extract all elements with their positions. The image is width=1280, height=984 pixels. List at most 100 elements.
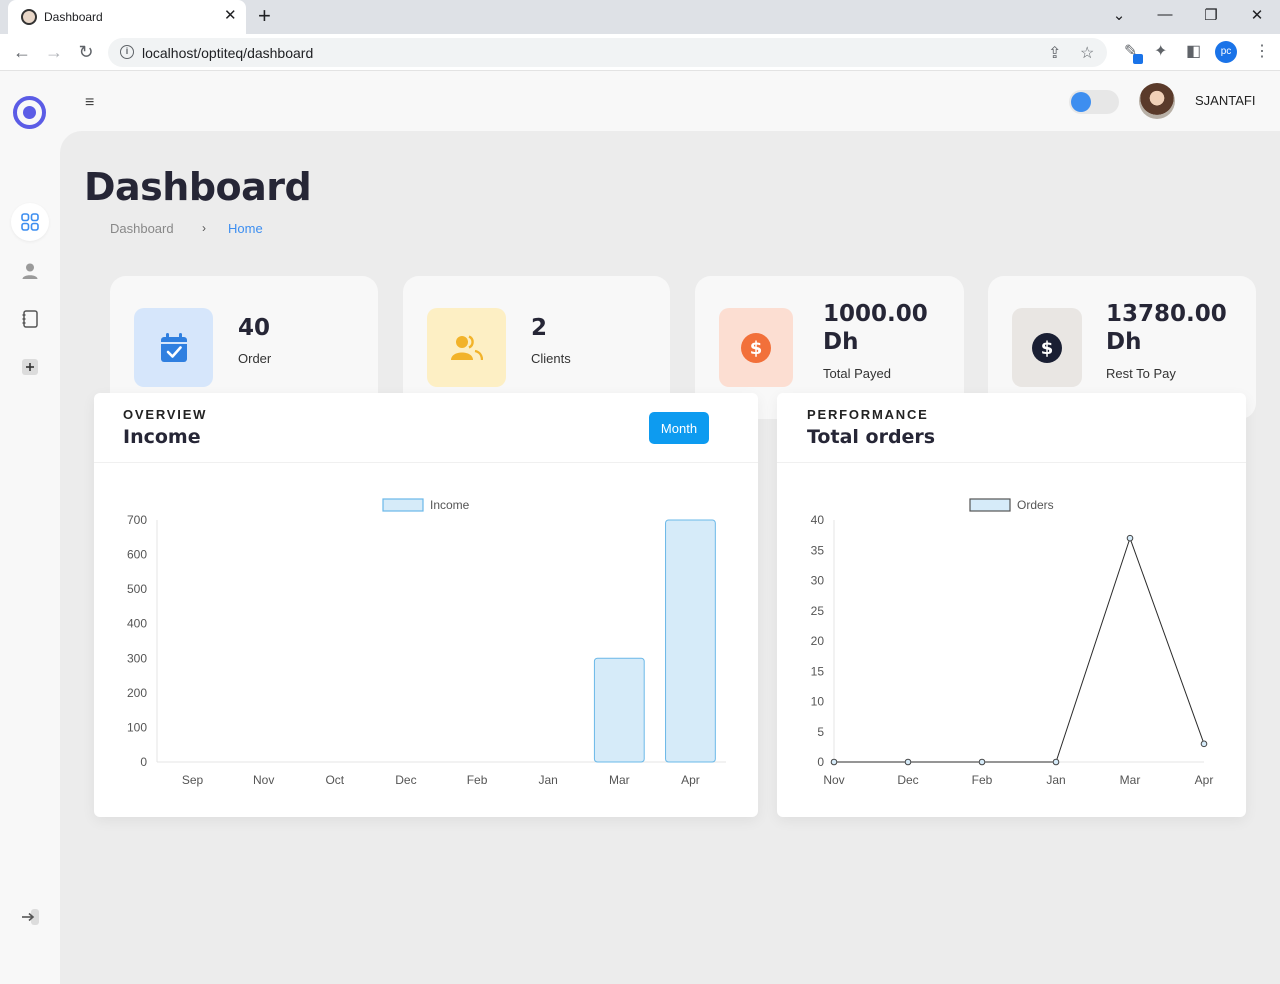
legend-swatch [382,498,424,512]
theme-toggle[interactable] [1069,90,1119,114]
svg-text:$: $ [750,338,763,359]
y-tick-label: 30 [811,574,825,588]
x-tick-label: Jan [539,773,558,787]
menu-toggle-icon[interactable]: ≡ [85,94,94,112]
data-point [1052,758,1060,766]
share-icon[interactable]: ⇪ [1048,43,1061,63]
y-tick-label: 0 [817,755,824,769]
x-tick-label: Dec [897,773,918,787]
legend-swatch [969,498,1011,512]
chart-bar [593,657,645,763]
users-icon [450,334,483,360]
breadcrumb-home[interactable]: Home [228,221,263,236]
income-bar-chart: 0 100 200 300 400 500 600 700 Income Sep Nov Oct Dec… [127,498,726,787]
x-tick-label: Apr [681,773,700,787]
close-window-icon[interactable]: ✕ [1245,6,1269,24]
side-panel-icon[interactable]: ◧ [1186,43,1201,61]
new-tab-icon[interactable]: + [258,4,271,28]
sidebar-item-add[interactable] [11,348,49,386]
stat-label: Rest To Pay [1106,366,1176,381]
x-tick-label: Sep [182,773,204,787]
user-icon [22,263,38,279]
sidebar-logout[interactable] [11,898,49,936]
legend-label: Orders [1017,498,1054,512]
toggle-knob [1071,92,1091,112]
x-tick-label: Feb [467,773,488,787]
browser-tab[interactable]: Dashboard ✕ [8,0,246,34]
app-logo[interactable] [13,96,46,129]
bookmark-star-icon[interactable]: ☆ [1080,43,1094,63]
book-icon [22,310,38,328]
data-point [1126,534,1134,542]
sidebar-item-dashboard[interactable] [11,203,49,241]
x-tick-label: Oct [325,773,344,787]
browser-tab-strip: Dashboard ✕ + ⌄ — ❐ ✕ [0,0,1280,34]
stat-value: 13780.00 Dh [1106,301,1227,355]
card-icon-bg [134,308,213,387]
card-icon-bg: $ [1012,308,1082,387]
extensions-puzzle-icon[interactable]: ✦ [1154,43,1167,61]
extension-badge-icon [1133,54,1143,64]
data-point [978,758,986,766]
x-tick-label: Apr [1195,773,1214,787]
back-icon[interactable]: ← [10,41,34,63]
tab-search-icon[interactable]: ⌄ [1107,6,1131,24]
x-tick-label: Nov [253,773,274,787]
sidebar [0,71,60,984]
orders-line-chart: 0 5 10 15 20 25 30 35 40 Orders Nov Dec Feb Jan Mar Apr [811,498,1214,787]
url-text[interactable]: localhost/optiteq/dashboard [142,45,313,61]
stat-label: Clients [531,351,571,366]
y-tick-label: 100 [127,720,147,734]
profile-avatar[interactable]: pc [1215,41,1237,63]
minimize-icon[interactable]: — [1153,6,1177,23]
grid-icon [21,213,39,231]
plus-icon [22,359,38,375]
logout-icon [22,909,39,925]
y-tick-label: 20 [811,634,825,648]
dollar-icon: $ [741,332,771,363]
username[interactable]: SJANTAFI [1195,93,1255,108]
breadcrumb-separator-icon: › [202,221,206,235]
x-tick-label: Mar [609,773,630,787]
site-info-icon[interactable]: i [120,45,134,59]
y-tick-label: 500 [127,582,147,596]
y-tick-label: 40 [811,513,825,527]
breadcrumb-dashboard[interactable]: Dashboard [110,221,174,236]
stat-label: Order [238,351,272,366]
data-point [1200,740,1208,748]
y-tick-label: 700 [127,513,147,527]
browser-toolbar: ← → ↻ i localhost/optiteq/dashboard ⇪ ☆ … [0,34,1280,71]
svg-text:$: $ [1041,338,1054,359]
y-tick-label: 5 [817,725,824,739]
y-tick-label: 400 [127,617,147,631]
sidebar-item-users[interactable] [11,252,49,290]
app-root: ≡ SJANTAFI Dashboard Dashboard › Home 40… [0,71,1280,984]
legend-label: Income [430,498,470,512]
x-tick-label: Mar [1120,773,1141,787]
reload-icon[interactable]: ↻ [74,41,98,63]
income-panel: OVERVIEW Income Month 0 100 200 300 400 500 60… [94,393,758,817]
x-tick-label: Feb [972,773,993,787]
close-tab-icon[interactable]: ✕ [224,8,237,24]
y-tick-label: 10 [811,695,825,709]
menu-kebab-icon[interactable]: ⋮ [1254,43,1270,61]
user-avatar[interactable] [1139,83,1175,119]
favicon-icon [21,9,37,25]
y-tick-label: 25 [811,604,825,618]
address-bar[interactable]: i localhost/optiteq/dashboard ⇪ ☆ [108,38,1107,67]
calendar-check-icon [160,332,187,362]
restore-icon[interactable]: ❐ [1199,6,1223,24]
y-tick-label: 15 [811,664,825,678]
stat-value: 40 [238,315,271,341]
y-tick-label: 300 [127,651,147,665]
y-tick-label: 200 [127,686,147,700]
x-tick-label: Nov [823,773,844,787]
series-line [834,536,1205,763]
data-point [830,758,838,766]
stat-value: 2 [531,315,548,341]
sidebar-item-notebook[interactable] [11,300,49,338]
y-tick-label: 600 [127,548,147,562]
stat-label: Total Payed [823,366,891,381]
tab-title: Dashboard [44,10,103,24]
forward-icon[interactable]: → [42,41,66,63]
